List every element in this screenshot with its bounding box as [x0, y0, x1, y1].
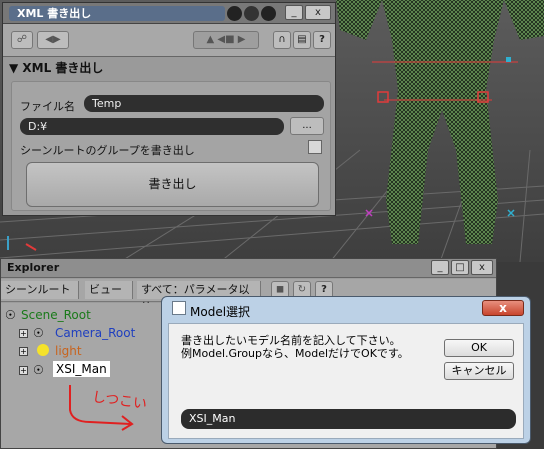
book-icon[interactable]: ▤	[293, 31, 311, 49]
close-button[interactable]: x	[482, 300, 524, 316]
close-button[interactable]: x	[305, 5, 331, 20]
view-menu[interactable]: ビュー	[85, 281, 133, 299]
expand-icon[interactable]: +	[19, 347, 28, 356]
help-button[interactable]: ?	[313, 31, 331, 49]
xml-window-title: XML 書き出し	[17, 7, 92, 20]
light-icon	[37, 344, 49, 356]
scene-root-menu[interactable]: シーンルート(S)	[1, 281, 79, 314]
maximize-button[interactable]: □	[451, 260, 469, 275]
model-name-input[interactable]: XSI_Man	[181, 409, 516, 429]
path-input[interactable]: D:¥	[20, 118, 284, 135]
xml-toolbar: ☍ ◀▶ ▲ ◀■ ▶ ∩ ▤ ?	[3, 24, 335, 57]
section-header[interactable]: ▼ XML 書き出し	[9, 59, 103, 76]
tree-item-xsi-man[interactable]: XSI_Man	[53, 361, 110, 377]
instruction-message: 書き出したいモデル名前を記入して下さい。 例Model.Groupなら、Mode…	[181, 334, 409, 360]
explorer-title: Explorer	[7, 261, 60, 274]
scene-root-group-checkbox[interactable]	[308, 140, 322, 154]
close-button[interactable]: x	[471, 260, 493, 275]
tree-item-label: XSI_Man	[56, 362, 107, 376]
record-icon[interactable]	[227, 6, 242, 21]
filename-input[interactable]: Temp	[84, 95, 324, 112]
tree-item-label: Camera_Root	[55, 326, 136, 340]
tree-item-camera-root[interactable]: Camera_Root	[55, 325, 135, 341]
person-icon: ☉	[5, 308, 16, 322]
dialog-title: Model選択	[190, 305, 251, 319]
camera-icon: ☉	[33, 326, 44, 340]
minimize-button[interactable]: _	[431, 260, 449, 275]
tree-item-label: light	[55, 344, 82, 358]
ok-button[interactable]: OK	[444, 339, 514, 357]
tree-item-label: Scene_Root	[21, 308, 91, 322]
minimize-button[interactable]: _	[285, 5, 303, 20]
browse-button[interactable]: ...	[290, 117, 324, 135]
export-button[interactable]: 書き出し	[26, 162, 319, 207]
nav-arrows-icon[interactable]: ◀▶	[37, 31, 69, 49]
magnet-icon[interactable]: ∩	[273, 31, 291, 49]
expand-icon[interactable]: +	[19, 366, 28, 375]
help-icon[interactable]	[261, 6, 276, 21]
explorer-titlebar[interactable]: Explorer _ □ x	[1, 259, 496, 278]
export-options-panel: ファイル名 Temp D:¥ ... シーンルートのグループを書き出し 書き出し	[11, 81, 331, 211]
window-icon	[172, 301, 186, 315]
model-icon: ☉	[33, 363, 44, 377]
tree-item-scene-root[interactable]: Scene_Root	[21, 307, 91, 323]
scene-root-group-label: シーンルートのグループを書き出し	[20, 144, 195, 157]
filename-label: ファイル名	[20, 100, 75, 113]
xml-export-titlebar[interactable]: XML 書き出し _ x	[3, 3, 335, 24]
model-select-dialog: Model選択 x 書き出したいモデル名前を記入して下さい。 例Model.Gr…	[161, 296, 531, 444]
xml-export-window: XML 書き出し _ x ☍ ◀▶ ▲ ◀■ ▶ ∩ ▤ ? ▼ XML 書き出…	[2, 2, 336, 216]
globe-icon[interactable]	[244, 6, 259, 21]
collapse-arrow-icon[interactable]: ▼	[9, 61, 22, 75]
cancel-button[interactable]: キャンセル	[444, 362, 514, 380]
layout-arrows-icon[interactable]: ▲ ◀■ ▶	[193, 31, 259, 49]
tree-item-light[interactable]: light	[55, 343, 82, 359]
expand-icon[interactable]: +	[19, 329, 28, 338]
link-icon[interactable]: ☍	[11, 31, 33, 49]
dialog-body: 書き出したいモデル名前を記入して下さい。 例Model.Groupなら、Mode…	[168, 323, 524, 439]
